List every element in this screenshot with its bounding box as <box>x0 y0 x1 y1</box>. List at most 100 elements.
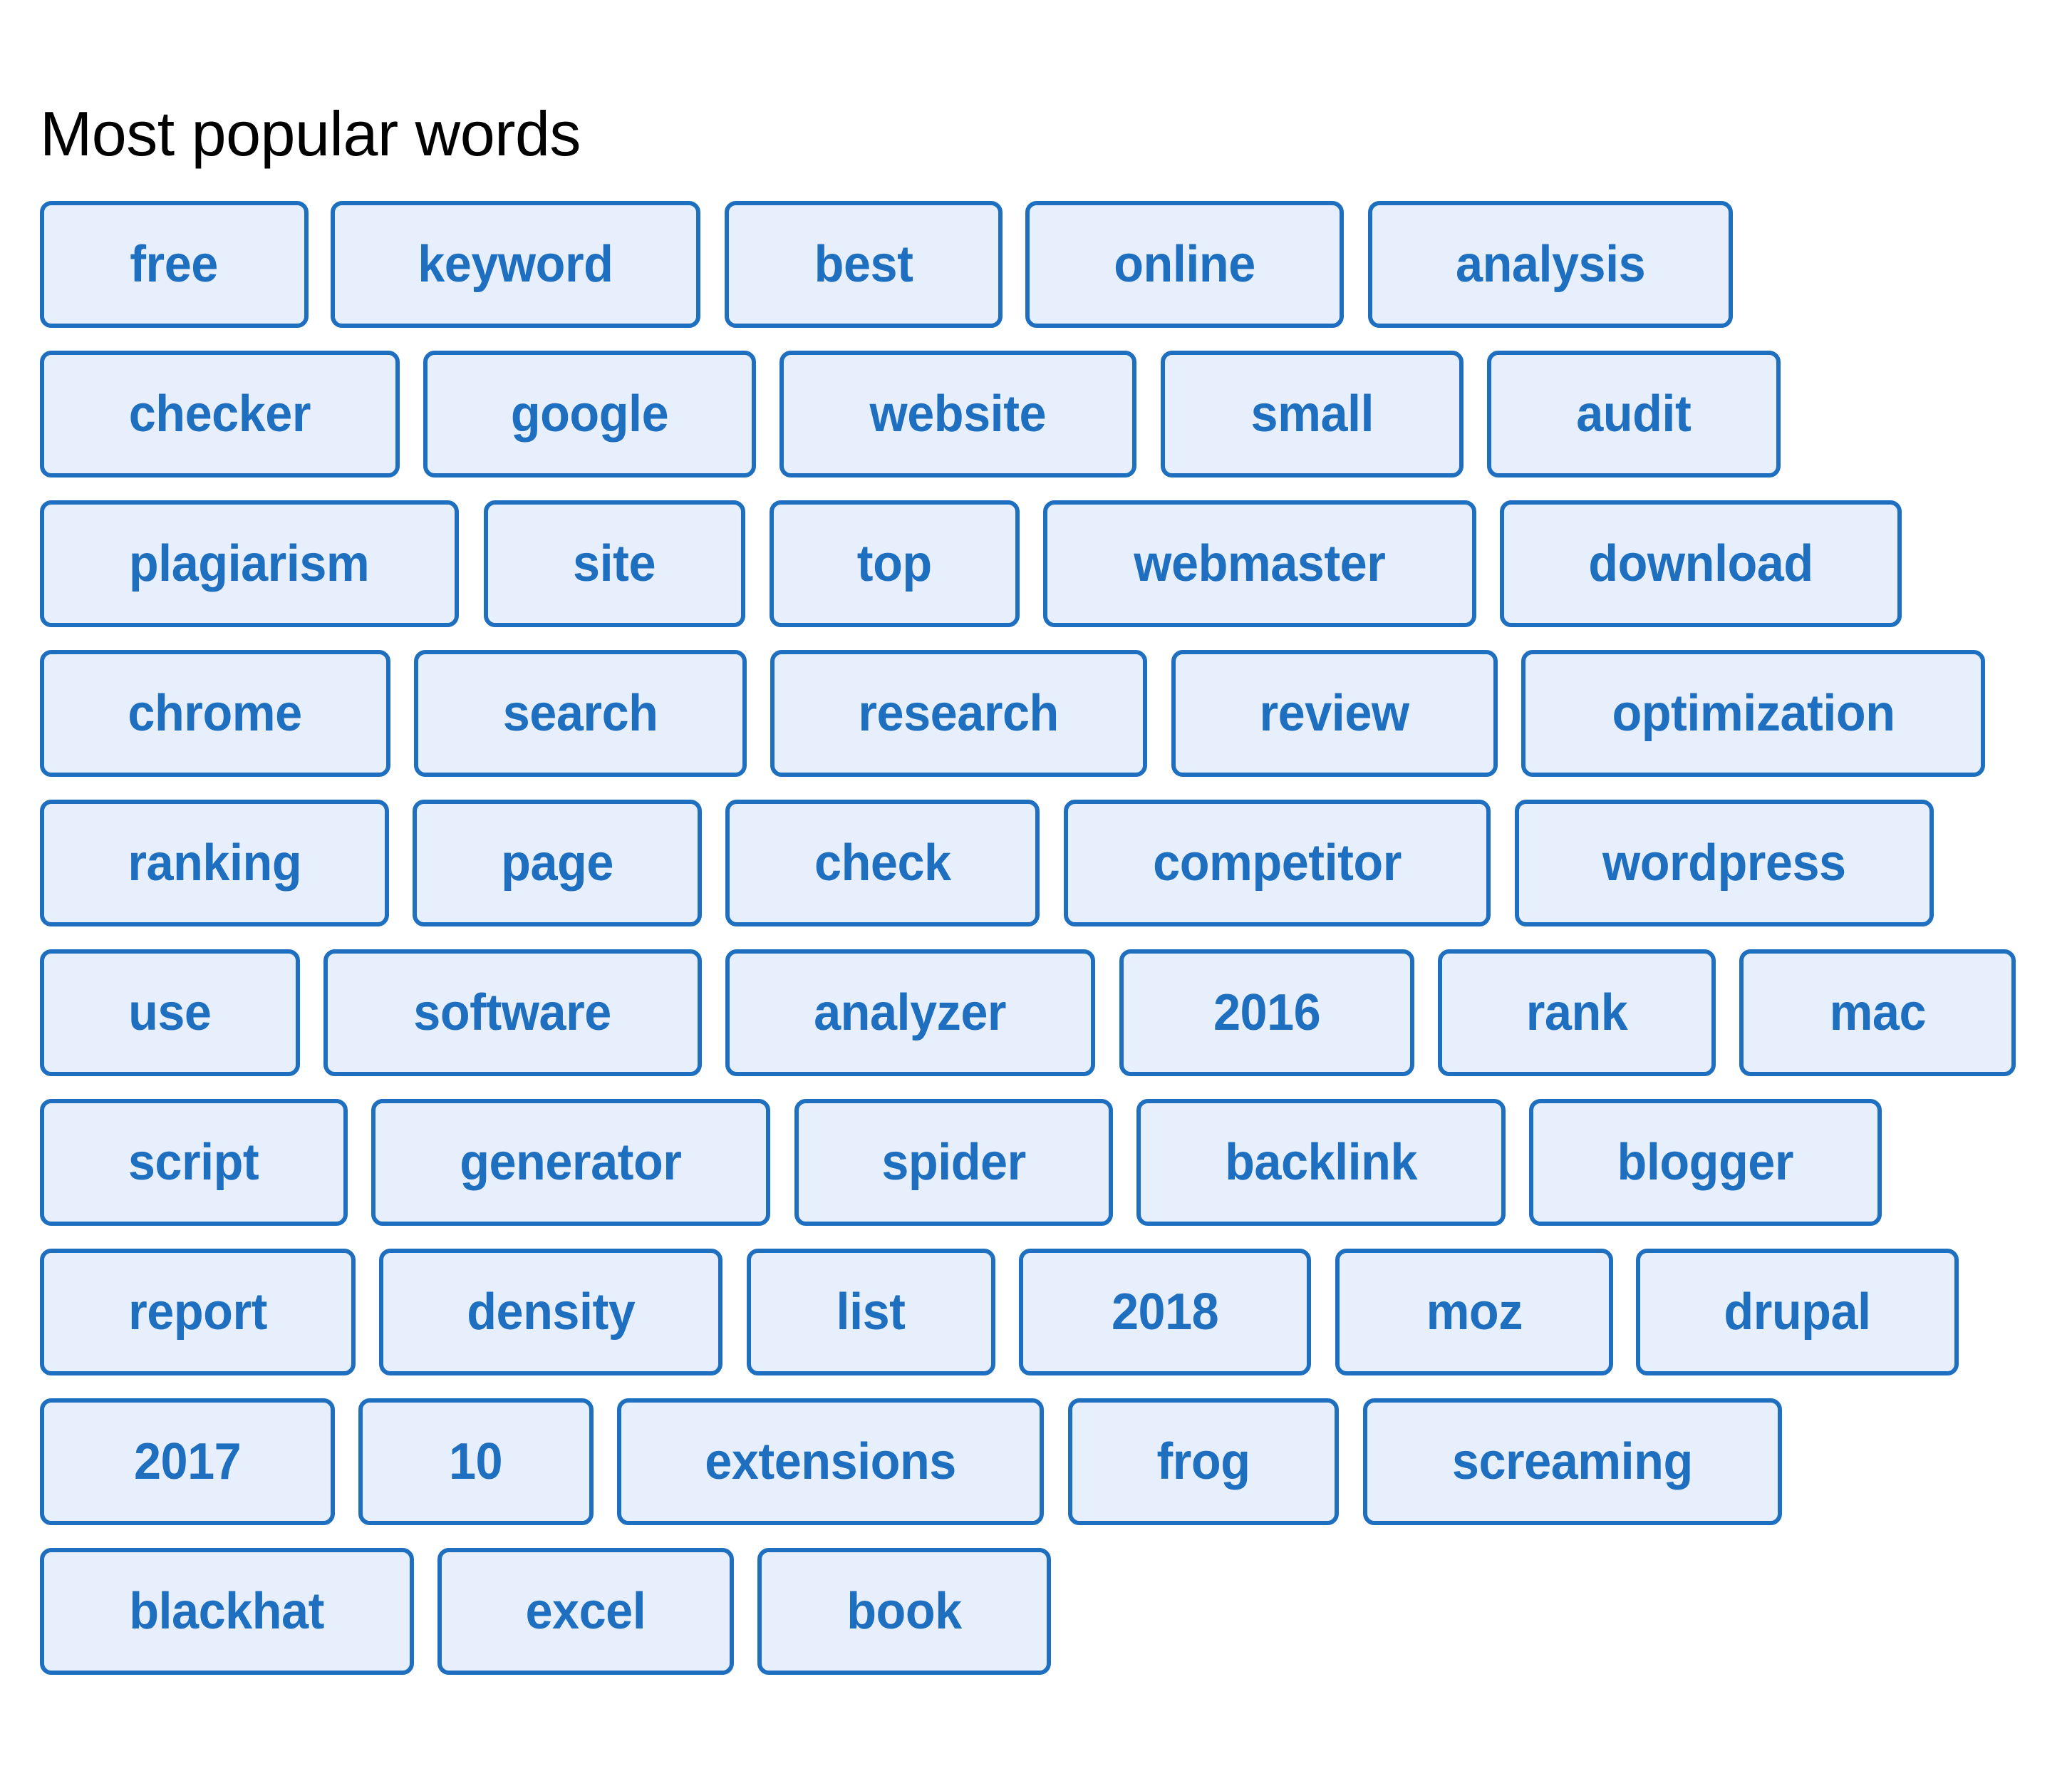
word-chip-label: analyzer <box>814 984 1007 1041</box>
word-chip-label: moz <box>1426 1284 1523 1341</box>
word-chip-label: backlink <box>1225 1134 1417 1191</box>
word-chip-label: online <box>1114 236 1255 293</box>
word-chip[interactable]: use <box>40 949 300 1076</box>
word-chip-label: review <box>1259 685 1410 742</box>
word-chip[interactable]: blogger <box>1529 1099 1882 1226</box>
word-chip[interactable]: optimization <box>1521 650 1985 777</box>
word-chip-label: excel <box>525 1583 646 1640</box>
word-chip-label: 2017 <box>133 1433 242 1490</box>
word-chip-label: page <box>501 835 613 892</box>
word-chip-list: free keyword best online analysis checker goog… <box>0 0 2072 1781</box>
word-chip[interactable]: extensions <box>617 1398 1044 1525</box>
word-chip-label: use <box>128 984 212 1041</box>
word-chip-label: 2018 <box>1111 1284 1219 1341</box>
word-chip[interactable]: generator <box>371 1099 770 1226</box>
word-chip[interactable]: review <box>1171 650 1498 777</box>
word-chip[interactable]: search <box>414 650 747 777</box>
word-chip-label: book <box>846 1583 962 1640</box>
word-chip[interactable]: chrome <box>40 650 390 777</box>
word-chip[interactable]: backlink <box>1136 1099 1506 1226</box>
word-chip[interactable]: density <box>379 1249 722 1375</box>
word-chip[interactable]: top <box>770 500 1020 627</box>
word-chip-label: blackhat <box>129 1583 325 1640</box>
word-chip[interactable]: webmaster <box>1043 500 1476 627</box>
word-chip[interactable]: excel <box>437 1548 734 1675</box>
word-chip-label: generator <box>460 1134 682 1191</box>
word-chip[interactable]: moz <box>1335 1249 1613 1375</box>
word-chip[interactable]: audit <box>1487 351 1781 477</box>
word-chip[interactable]: analyzer <box>725 949 1095 1076</box>
word-chip-label: 10 <box>449 1433 503 1490</box>
word-chip[interactable]: software <box>323 949 702 1076</box>
word-chip[interactable]: rank <box>1438 949 1716 1076</box>
word-chip[interactable]: google <box>423 351 756 477</box>
word-chip-label: blogger <box>1617 1134 1794 1191</box>
word-chip[interactable]: online <box>1025 201 1344 328</box>
word-chip[interactable]: competitor <box>1064 800 1491 926</box>
word-chip-label: 2016 <box>1213 984 1321 1041</box>
word-chip[interactable]: frog <box>1068 1398 1339 1525</box>
word-chip-label: audit <box>1576 386 1692 443</box>
word-chip-label: frog <box>1156 1433 1250 1490</box>
word-chip-label: check <box>814 835 951 892</box>
word-chip-label: small <box>1250 386 1374 443</box>
word-chip[interactable]: 2018 <box>1019 1249 1311 1375</box>
word-chip[interactable]: small <box>1161 351 1464 477</box>
word-chip-label: screaming <box>1452 1433 1693 1490</box>
word-chip[interactable]: book <box>757 1548 1051 1675</box>
word-chip[interactable]: website <box>779 351 1136 477</box>
word-chip[interactable]: mac <box>1739 949 2016 1076</box>
word-chip[interactable]: 2017 <box>40 1398 335 1525</box>
word-chip-label: best <box>814 236 913 293</box>
word-chip-label: site <box>573 535 656 592</box>
word-chip[interactable]: checker <box>40 351 400 477</box>
word-chip-label: keyword <box>418 236 613 293</box>
word-chip[interactable]: download <box>1500 500 1902 627</box>
word-chip-label: free <box>130 236 219 293</box>
word-chip[interactable]: check <box>725 800 1040 926</box>
word-chip[interactable]: list <box>747 1249 995 1375</box>
word-chip-label: drupal <box>1724 1284 1871 1341</box>
word-chip[interactable]: blackhat <box>40 1548 414 1675</box>
word-chip-label: top <box>857 535 932 592</box>
word-chip[interactable]: report <box>40 1249 356 1375</box>
word-chip[interactable]: script <box>40 1099 348 1226</box>
word-chip-label: wordpress <box>1602 835 1846 892</box>
word-chip-label: extensions <box>705 1433 956 1490</box>
word-chip[interactable]: screaming <box>1363 1398 1782 1525</box>
word-chip[interactable]: wordpress <box>1515 800 1934 926</box>
word-chip[interactable]: best <box>725 201 1003 328</box>
word-chip-label: website <box>869 386 1047 443</box>
word-chip[interactable]: analysis <box>1368 201 1733 328</box>
word-chip-label: ranking <box>128 835 301 892</box>
word-chip[interactable]: page <box>413 800 702 926</box>
word-chip-label: search <box>502 685 658 742</box>
word-chip-label: download <box>1588 535 1813 592</box>
word-chip[interactable]: keyword <box>331 201 700 328</box>
word-chip-label: google <box>510 386 669 443</box>
word-chip-label: chrome <box>128 685 303 742</box>
word-chip[interactable]: spider <box>794 1099 1113 1226</box>
word-chip-label: optimization <box>1611 685 1895 742</box>
word-chip-label: rank <box>1525 984 1628 1041</box>
word-chip-label: analysis <box>1455 236 1646 293</box>
word-chip-label: list <box>836 1284 906 1341</box>
word-chip[interactable]: 10 <box>358 1398 594 1525</box>
word-chip-label: mac <box>1829 984 1926 1041</box>
word-chip-label: spider <box>881 1134 1026 1191</box>
word-chip[interactable]: site <box>484 500 745 627</box>
word-chip[interactable]: 2016 <box>1119 949 1414 1076</box>
word-chip-label: research <box>858 685 1060 742</box>
word-chip[interactable]: drupal <box>1636 1249 1959 1375</box>
word-chip-label: script <box>128 1134 259 1191</box>
word-chip-label: software <box>413 984 612 1041</box>
word-chip-label: density <box>466 1284 636 1341</box>
word-chip[interactable]: ranking <box>40 800 389 926</box>
word-chip-label: checker <box>128 386 311 443</box>
word-chip[interactable]: research <box>770 650 1147 777</box>
word-chip[interactable]: plagiarism <box>40 500 459 627</box>
word-chip-label: competitor <box>1153 835 1402 892</box>
word-chip[interactable]: free <box>40 201 309 328</box>
word-chip-label: report <box>128 1284 267 1341</box>
word-chip-label: plagiarism <box>129 535 370 592</box>
